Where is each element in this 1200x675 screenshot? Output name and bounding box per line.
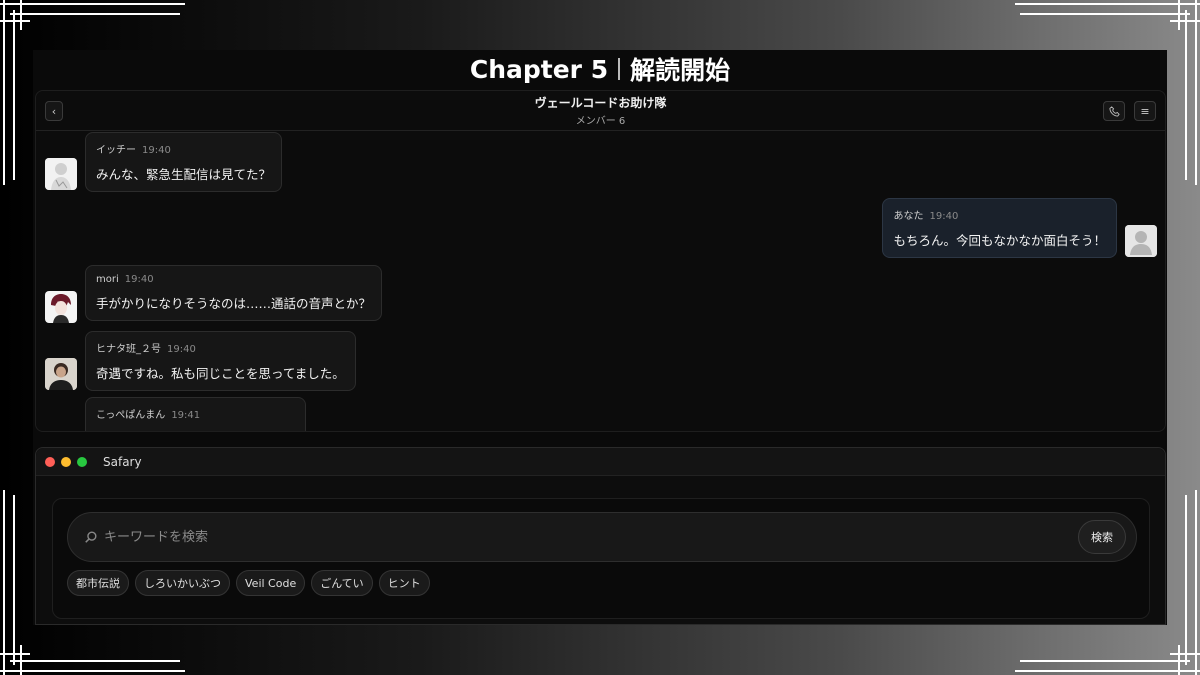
avatar[interactable]: [45, 158, 77, 190]
zoom-window-button[interactable]: [77, 456, 87, 467]
message-meta: mori 19:40: [96, 274, 371, 285]
sender-name: ヒナタ班_２号: [96, 344, 161, 355]
avatar-photo: [45, 358, 77, 390]
message-text: もちろん。今回もなかなか面白そう！: [893, 233, 1106, 248]
message-meta: ヒナタ班_２号 19:40: [96, 340, 345, 355]
message-meta: こっぺぱんまん 19:41: [96, 406, 295, 421]
message-time: 19:40: [929, 211, 959, 222]
chat-header: ‹ ヴェールコードお助け隊 メンバー 6 ≡: [36, 91, 1165, 131]
tag-chip[interactable]: ごんてい: [311, 570, 373, 596]
search-icon: [85, 531, 97, 543]
message-text: みんな、緊急生配信は見てた？: [96, 167, 272, 182]
avatar[interactable]: [45, 291, 77, 323]
avatar-illustration: [45, 291, 77, 323]
tag-chip[interactable]: 都市伝説: [67, 570, 129, 596]
search-button[interactable]: 検索: [1078, 520, 1126, 554]
chapter-label: Chapter 5: [469, 54, 609, 84]
message-text: 手がかりになりそうなのは……通話の音声とか？: [96, 296, 372, 311]
search-box[interactable]: 検索: [67, 512, 1137, 562]
page-title: Chapter 5 解読開始: [33, 50, 1167, 88]
menu-button[interactable]: ≡: [1134, 101, 1156, 121]
chat-group-name: ヴェールコードお助け隊: [534, 96, 667, 110]
title-divider: [618, 58, 621, 80]
message-bubble[interactable]: こっぺぱんまん 19:41: [85, 397, 306, 431]
search-panel: 検索 都市伝説 しろいかいぶつ Veil Code ごんてい ヒント: [52, 498, 1150, 619]
message-bubble[interactable]: イッチー 19:40 みんな、緊急生配信は見てた？: [85, 132, 283, 192]
suggested-tags: 都市伝説 しろいかいぶつ Veil Code ごんてい ヒント: [67, 570, 430, 596]
browser-window: Safary 検索 都市伝説 しろいかいぶつ Veil Code ごんてい ヒン…: [35, 447, 1166, 625]
avatar-illustration: [45, 158, 77, 190]
message-text: 奇遇ですね。私も同じことを思ってました。: [96, 366, 345, 381]
message-time: 19:40: [167, 344, 196, 355]
sender-name: mori: [96, 274, 119, 285]
message-time: 19:40: [124, 274, 154, 285]
stage: Chapter 5 解読開始 ‹ ヴェールコードお助け隊 メンバー 6 ≡ イッ…: [33, 50, 1167, 625]
close-window-button[interactable]: [45, 456, 55, 467]
message-meta: あなた 19:40: [893, 207, 1106, 222]
tag-chip[interactable]: しろいかいぶつ: [135, 570, 230, 596]
chat-member-count: メンバー 6: [575, 116, 626, 127]
avatar-own[interactable]: [1125, 225, 1157, 257]
message-bubble-own[interactable]: あなた 19:40 もちろん。今回もなかなか面白そう！: [882, 198, 1117, 258]
message-bubble[interactable]: mori 19:40 手がかりになりそうなのは……通話の音声とか？: [85, 265, 383, 321]
message-time: 19:41: [171, 410, 201, 421]
message-time: 19:40: [142, 145, 171, 156]
phone-icon: [1108, 105, 1120, 117]
browser-title: Safary: [103, 454, 142, 469]
back-button[interactable]: ‹: [45, 101, 63, 121]
tag-chip[interactable]: Veil Code: [236, 570, 306, 596]
tag-chip[interactable]: ヒント: [378, 570, 430, 596]
browser-titlebar: Safary: [36, 448, 1165, 476]
message-meta: イッチー 19:40: [96, 141, 271, 156]
message-list[interactable]: イッチー 19:40 みんな、緊急生配信は見てた？ あなた 19:40 もちろん。今…: [36, 131, 1165, 431]
chat-window: ‹ ヴェールコードお助け隊 メンバー 6 ≡ イッチー 19:40 みんな、緊急生…: [35, 90, 1166, 432]
sender-name: こっぺぱんまん: [96, 410, 166, 421]
user-icon: [1125, 225, 1157, 257]
sender-name: イッチー: [96, 145, 136, 156]
sender-name: あなた: [893, 211, 924, 222]
chapter-subtitle: 解読開始: [630, 56, 731, 85]
message-bubble[interactable]: ヒナタ班_２号 19:40 奇遇ですね。私も同じことを思ってました。: [85, 331, 356, 391]
search-input[interactable]: [104, 525, 1004, 549]
minimize-window-button[interactable]: [61, 456, 71, 467]
call-button[interactable]: [1103, 101, 1125, 121]
avatar[interactable]: [45, 358, 77, 390]
